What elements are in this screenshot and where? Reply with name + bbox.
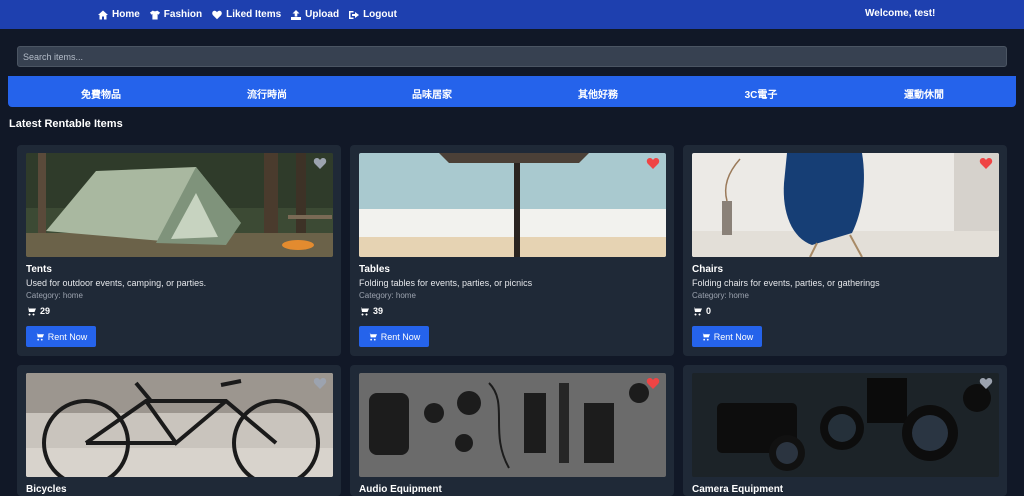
cart-icon	[700, 332, 710, 341]
home-icon	[98, 10, 108, 19]
upload-icon	[291, 9, 302, 20]
item-title: Tables	[359, 264, 390, 275]
camera-equipment-photo	[692, 373, 999, 477]
category-sports[interactable]: 運動休閒	[904, 86, 944, 101]
rent-now-label: Rent Now	[380, 331, 421, 342]
cart-icon	[359, 307, 369, 316]
item-image[interactable]	[692, 153, 999, 257]
like-heart-icon[interactable]	[313, 377, 327, 390]
item-image[interactable]	[26, 153, 333, 257]
nav-liked-items-label: Liked Items	[226, 9, 282, 20]
item-title: Tents	[26, 264, 52, 275]
cart-icon	[692, 307, 702, 316]
table-photo	[359, 153, 666, 257]
search-input[interactable]	[17, 46, 1007, 67]
nav-upload-link[interactable]: Upload	[291, 9, 339, 20]
rent-now-label: Rent Now	[713, 331, 754, 342]
nav-home-link[interactable]: Home	[98, 9, 140, 20]
nav-logout-link[interactable]: Logout	[349, 9, 397, 20]
cart-icon	[26, 307, 36, 316]
item-count: 39	[359, 306, 383, 316]
item-title: Audio Equipment	[359, 484, 442, 495]
item-title: Chairs	[692, 264, 724, 275]
item-category: Category: home	[692, 291, 749, 300]
bicycle-photo	[26, 373, 333, 477]
rent-now-label: Rent Now	[47, 331, 88, 342]
tent-photo	[26, 153, 333, 257]
like-heart-icon[interactable]	[979, 377, 993, 390]
category-free-items[interactable]: 免費物品	[81, 86, 121, 101]
like-heart-icon[interactable]	[979, 157, 993, 170]
category-bar: 免費物品 流行時尚 品味居家 其他好務 3C電子 運動休閒	[8, 76, 1016, 107]
cart-icon	[367, 332, 377, 341]
item-category: Category: home	[359, 291, 416, 300]
shirt-icon	[149, 10, 160, 19]
item-count-value: 29	[40, 306, 51, 316]
like-heart-icon[interactable]	[646, 377, 660, 390]
item-card: Camera Equipment	[683, 365, 1007, 496]
nav-fashion-link[interactable]: Fashion	[149, 9, 203, 20]
item-count: 29	[26, 306, 50, 316]
logout-icon	[349, 10, 360, 19]
like-heart-icon[interactable]	[313, 157, 327, 170]
item-title: Bicycles	[26, 484, 67, 495]
item-count: 0	[692, 306, 711, 316]
category-fashion[interactable]: 流行時尚	[247, 86, 287, 101]
category-home[interactable]: 品味居家	[412, 86, 452, 101]
chair-photo	[692, 153, 999, 257]
item-card: Tables Folding tables for events, partie…	[350, 145, 674, 356]
nav-fashion-label: Fashion	[163, 9, 203, 20]
rent-now-button[interactable]: Rent Now	[26, 326, 96, 347]
item-count-value: 0	[706, 306, 712, 316]
like-heart-icon[interactable]	[646, 157, 660, 170]
item-description: Folding chairs for events, parties, or g…	[692, 278, 880, 288]
cart-icon	[34, 332, 44, 341]
nav-links: Home Fashion Liked Items Upload Logout	[98, 0, 407, 29]
section-title: Latest Rentable Items	[9, 118, 123, 130]
rent-now-button[interactable]: Rent Now	[359, 326, 429, 347]
audio-equipment-photo	[359, 373, 666, 477]
item-description: Folding tables for events, parties, or p…	[359, 278, 533, 288]
nav-liked-items-link[interactable]: Liked Items	[212, 9, 281, 20]
item-card: Tents Used for outdoor events, camping, …	[17, 145, 341, 356]
item-image[interactable]	[26, 373, 333, 477]
category-3c-electronics[interactable]: 3C電子	[745, 86, 778, 101]
item-description: Used for outdoor events, camping, or par…	[26, 278, 207, 288]
item-card: Bicycles	[17, 365, 341, 496]
nav-home-label: Home	[112, 9, 140, 20]
item-card: Chairs Folding chairs for events, partie…	[683, 145, 1007, 356]
nav-upload-label: Upload	[305, 9, 340, 20]
welcome-message: Welcome, test!	[865, 8, 936, 19]
nav-logout-label: Logout	[363, 9, 397, 20]
top-navbar: Home Fashion Liked Items Upload Logout W…	[0, 0, 1024, 29]
heart-icon	[212, 10, 222, 19]
rent-now-button[interactable]: Rent Now	[692, 326, 762, 347]
category-other[interactable]: 其他好務	[578, 86, 618, 101]
item-image[interactable]	[359, 153, 666, 257]
item-card: Audio Equipment	[350, 365, 674, 496]
item-category: Category: home	[26, 291, 83, 300]
item-image[interactable]	[692, 373, 999, 477]
item-image[interactable]	[359, 373, 666, 477]
item-title: Camera Equipment	[692, 484, 784, 495]
item-count-value: 39	[373, 306, 384, 316]
